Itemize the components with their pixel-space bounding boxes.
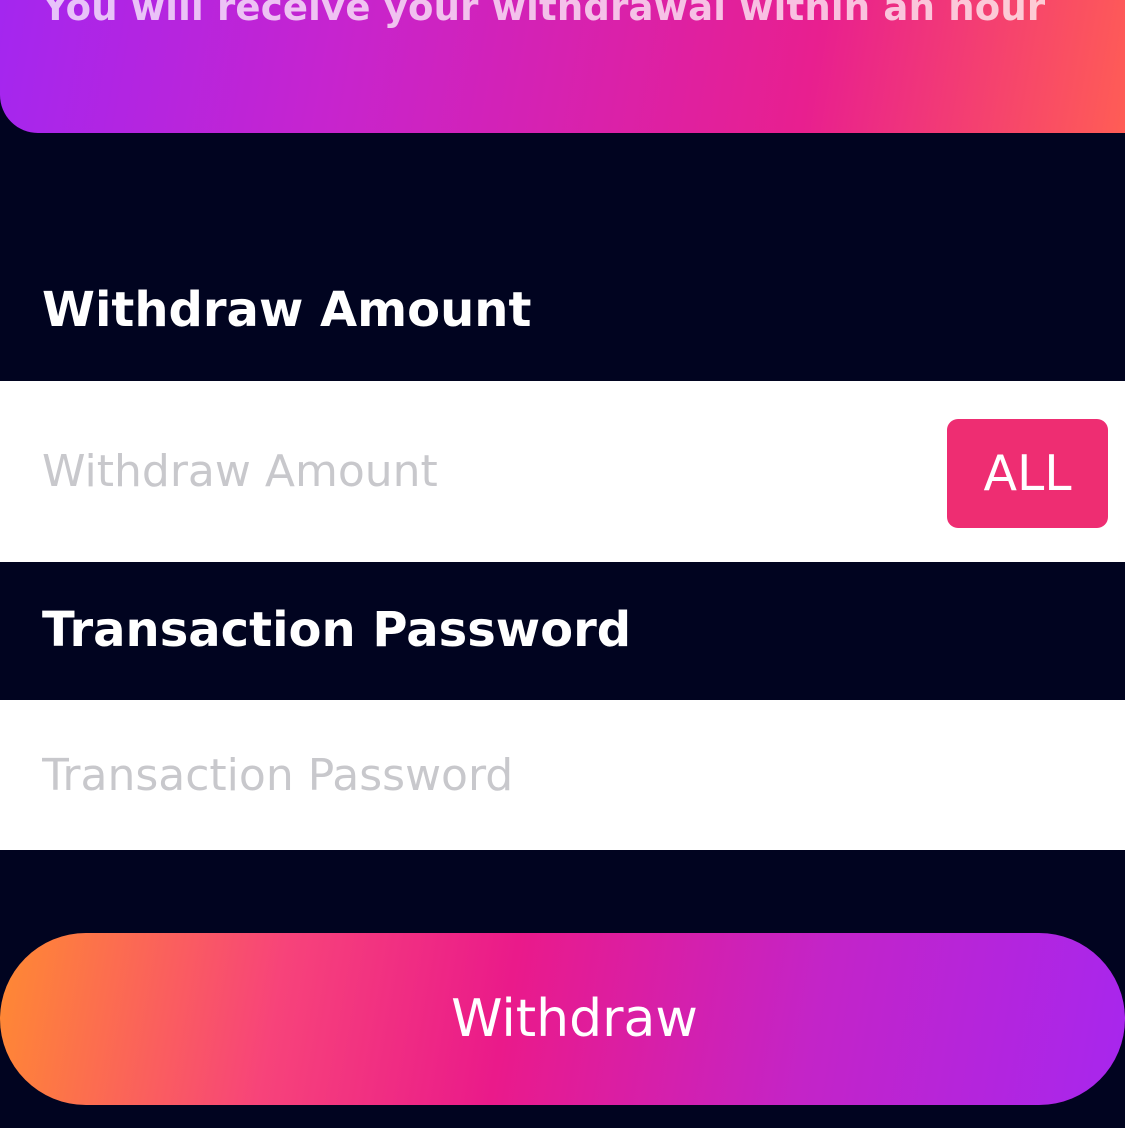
withdraw-button-label: Withdraw bbox=[451, 989, 698, 1049]
withdraw-amount-label: Withdraw Amount bbox=[42, 282, 532, 338]
notice-banner: You will receive your withdrawal within … bbox=[0, 0, 1125, 133]
withdraw-amount-row: ALL bbox=[0, 381, 1125, 562]
transaction-password-label: Transaction Password bbox=[42, 602, 632, 658]
withdrawal-time-notice: You will receive your withdrawal within … bbox=[42, 0, 1046, 29]
all-amount-button[interactable]: ALL bbox=[947, 419, 1108, 528]
withdraw-amount-input[interactable] bbox=[42, 381, 922, 562]
transaction-password-input[interactable] bbox=[42, 700, 1082, 850]
withdraw-button[interactable]: Withdraw bbox=[0, 933, 1125, 1105]
transaction-password-row bbox=[0, 700, 1125, 850]
